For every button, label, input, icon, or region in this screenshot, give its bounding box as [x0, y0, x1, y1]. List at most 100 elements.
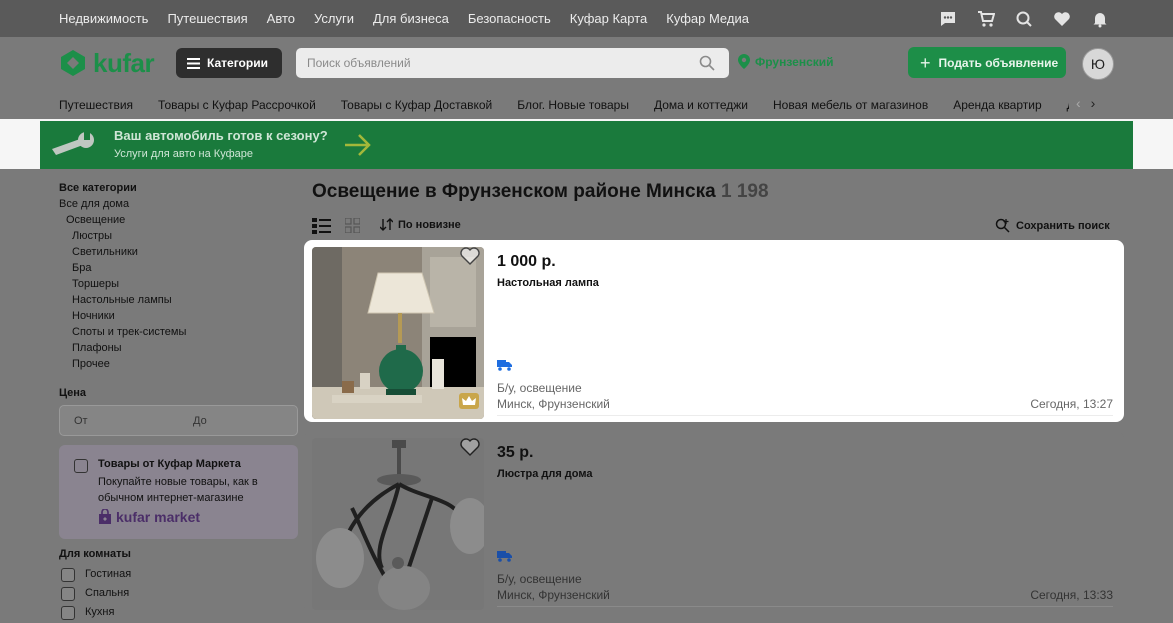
- listing-price: 35 р.: [497, 444, 534, 461]
- sidebar-subcategory[interactable]: Ночники: [72, 310, 115, 322]
- listing-photo[interactable]: [312, 247, 484, 419]
- sidebar-subcategory[interactable]: Светильники: [72, 246, 138, 258]
- top-link-business[interactable]: Для бизнеса: [373, 11, 449, 26]
- top-icons: [939, 0, 1109, 37]
- kufar-logo-icon: [61, 50, 85, 76]
- favorite-heart-icon[interactable]: [459, 437, 481, 457]
- location-pin-icon: [738, 54, 750, 69]
- cart-icon[interactable]: [977, 10, 995, 28]
- price-range: [59, 405, 298, 436]
- sidebar-subcategory[interactable]: Бра: [72, 262, 91, 274]
- top-link-media[interactable]: Куфар Медиа: [666, 11, 749, 26]
- category-nav: Путешествия Товары с Куфар Рассрочкой То…: [0, 90, 1173, 119]
- sort-icon: [380, 218, 393, 231]
- rooms-label: Для комнаты: [59, 548, 131, 560]
- catnav-item[interactable]: Дома и коттеджи: [654, 98, 748, 112]
- top-link-realty[interactable]: Недвижимость: [59, 11, 148, 26]
- market-checkbox[interactable]: [74, 459, 88, 473]
- market-logo: kufar market: [98, 509, 200, 525]
- price-from-input[interactable]: [60, 406, 179, 435]
- room-checkbox[interactable]: [61, 587, 75, 601]
- wrench-icon: [52, 132, 94, 155]
- room-checkbox[interactable]: [61, 606, 75, 620]
- catnav-item[interactable]: Товары с Куфар Доставкой: [341, 98, 492, 112]
- room-checkbox[interactable]: [61, 568, 75, 582]
- post-ad-button[interactable]: + Подать объявление: [908, 47, 1066, 78]
- result-count: 1 198: [720, 181, 769, 202]
- header: kufar Категории Фрунзенский + Подать объ…: [0, 37, 1173, 90]
- favorite-heart-icon[interactable]: [459, 246, 481, 266]
- avatar[interactable]: Ю: [1082, 48, 1114, 80]
- menu-icon: [187, 57, 200, 69]
- catnav-item[interactable]: Аренда квартир: [953, 98, 1041, 112]
- sidebar-subcategory[interactable]: Плафоны: [72, 342, 122, 354]
- listing-card[interactable]: 1 000 р. Настольная лампа Б/у, освещение…: [304, 240, 1124, 422]
- sort-label: По новизне: [398, 218, 461, 231]
- top-link-auto[interactable]: Авто: [267, 11, 295, 26]
- catnav-item[interactable]: Новая мебель от магазинов: [773, 98, 928, 112]
- top-link-map[interactable]: Куфар Карта: [570, 11, 647, 26]
- sidebar-current-category[interactable]: Освещение: [66, 214, 125, 226]
- catnav-item[interactable]: Путешествия: [59, 98, 133, 112]
- room-option[interactable]: Спальня: [85, 587, 129, 599]
- kufar-logo[interactable]: kufar: [59, 46, 155, 80]
- top-bar: Недвижимость Путешествия Авто Услуги Для…: [0, 0, 1173, 37]
- chat-icon[interactable]: [939, 10, 957, 28]
- market-title: Товары от Куфар Маркета: [98, 458, 241, 470]
- save-search-icon: [995, 218, 1010, 233]
- listing-location: Минск, Фрунзенский: [497, 397, 610, 411]
- search-input[interactable]: [296, 48, 686, 78]
- listing-date: Сегодня, 13:33: [1030, 588, 1113, 602]
- listing-photo[interactable]: [312, 438, 484, 610]
- lamp-photo: [312, 247, 484, 419]
- delivery-truck-icon: [497, 551, 512, 562]
- catnav-item[interactable]: Блог. Новые товары: [517, 98, 629, 112]
- categories-label: Категории: [207, 56, 268, 70]
- logo-text: kufar: [93, 47, 155, 78]
- save-search-label: Сохранить поиск: [1016, 219, 1110, 232]
- catnav-arrows: ‹ ›: [1076, 95, 1095, 111]
- listing-date: Сегодня, 13:27: [1030, 397, 1113, 411]
- list-view-icon[interactable]: [312, 218, 331, 234]
- listing-divider: [497, 606, 1113, 607]
- room-option[interactable]: Кухня: [85, 606, 114, 618]
- search-icon[interactable]: [699, 55, 715, 71]
- sidebar-subcategory[interactable]: Торшеры: [72, 278, 119, 290]
- room-option[interactable]: Гостиная: [85, 568, 131, 580]
- grid-view-icon[interactable]: [345, 218, 360, 233]
- promo-banner[interactable]: Ваш автомобиль готов к сезону? Услуги дл…: [40, 121, 1133, 169]
- save-search-button[interactable]: Сохранить поиск: [995, 218, 1110, 233]
- sidebar-subcategory[interactable]: Прочее: [72, 358, 110, 370]
- categories-button[interactable]: Категории: [176, 48, 282, 78]
- listing-location: Минск, Фрунзенский: [497, 588, 610, 602]
- sidebar-subcategory[interactable]: Люстры: [72, 230, 112, 242]
- sidebar-subcategory[interactable]: Споты и трек-системы: [72, 326, 186, 338]
- price-to-input[interactable]: [179, 406, 298, 435]
- listing-title[interactable]: Люстра для дома: [497, 468, 592, 480]
- bell-icon[interactable]: [1091, 10, 1109, 28]
- listing-price: 1 000 р.: [497, 253, 556, 270]
- sidebar-all-categories[interactable]: Все категории: [59, 182, 137, 194]
- banner-subtitle: Услуги для авто на Куфаре: [114, 148, 253, 160]
- top-link-services[interactable]: Услуги: [314, 11, 354, 26]
- listing-title[interactable]: Настольная лампа: [497, 277, 599, 289]
- delivery-truck-icon: [497, 360, 512, 371]
- chevron-right-icon[interactable]: ›: [1091, 95, 1096, 111]
- sidebar-subcategory[interactable]: Настольные лампы: [72, 294, 172, 306]
- market-logo-text: kufar market: [116, 509, 201, 525]
- heart-icon[interactable]: [1053, 10, 1071, 28]
- location-label: Фрунзенский: [755, 54, 834, 69]
- catnav-item[interactable]: Д: [1067, 98, 1069, 112]
- listing-card[interactable]: 35 р. Люстра для дома Б/у, освещение Мин…: [304, 431, 1124, 613]
- search-bar: [296, 48, 729, 78]
- page-title-text: Освещение в Фрунзенском районе Минска: [312, 181, 716, 202]
- catnav-item[interactable]: Товары с Куфар Рассрочкой: [158, 98, 316, 112]
- sort-selector[interactable]: По новизне: [380, 218, 461, 231]
- chevron-left-icon[interactable]: ‹: [1076, 95, 1081, 111]
- kufar-market-promo: Товары от Куфар Маркета Покупайте новые …: [59, 445, 298, 539]
- top-link-safety[interactable]: Безопасность: [468, 11, 551, 26]
- location-selector[interactable]: Фрунзенский: [738, 54, 834, 69]
- top-link-travel[interactable]: Путешествия: [167, 11, 247, 26]
- compare-icon[interactable]: [1015, 10, 1033, 28]
- sidebar-parent-category[interactable]: Все для дома: [59, 198, 129, 210]
